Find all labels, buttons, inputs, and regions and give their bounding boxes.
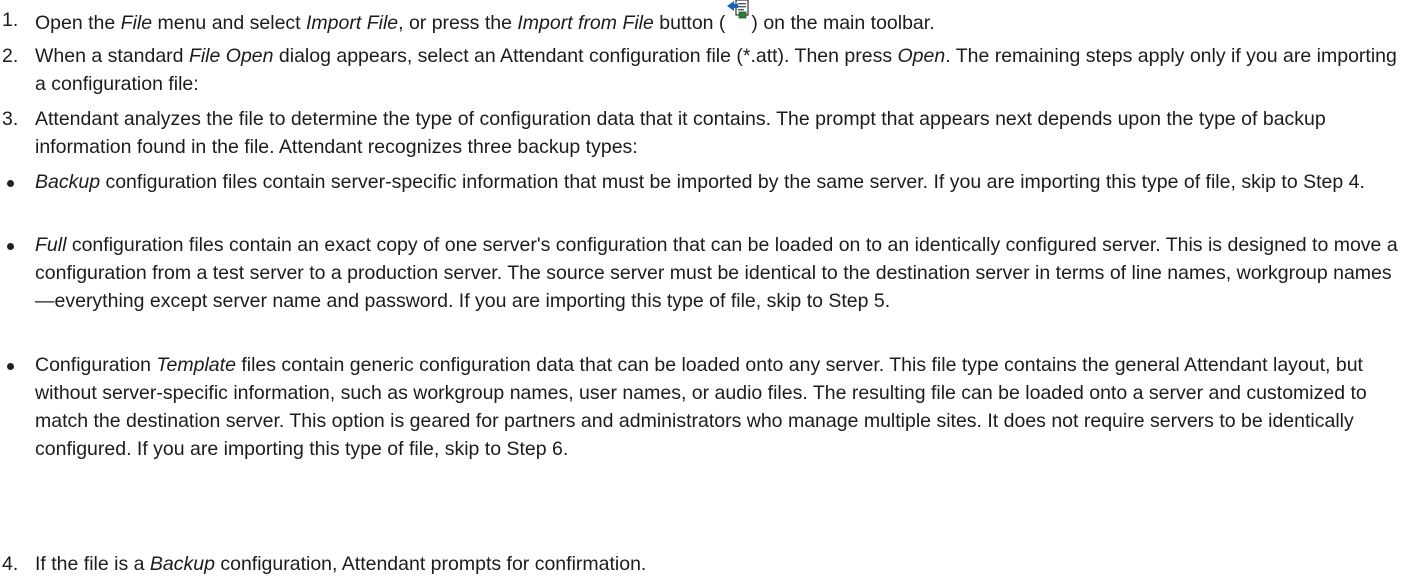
import-from-file-icon [725, 0, 751, 22]
bullet-dot [7, 180, 14, 187]
step-number: 2. [2, 45, 19, 67]
step-text: When a standard File Open dialog appears… [35, 42, 1411, 98]
emphasized-text: Import from File [517, 12, 654, 34]
bullet-item: Configuration Template files contain gen… [0, 351, 1411, 491]
bullet-dot [7, 363, 14, 370]
emphasized-text: Template [156, 354, 236, 376]
bullet-text: Backup configuration files contain serve… [35, 168, 1411, 196]
emphasized-text: Backup [35, 171, 101, 193]
step-number: 4. [2, 553, 19, 575]
step-number: 1. [2, 9, 19, 31]
text-run: Open the [35, 12, 121, 34]
bullet-dot [7, 243, 14, 250]
bullet-text: Configuration Template files contain gen… [35, 351, 1411, 463]
text-run: ) on the main toolbar. [751, 12, 935, 34]
step-text: If the file is a Backup configuration, A… [35, 550, 1411, 578]
emphasized-text: File Open [188, 45, 274, 67]
text-run: dialog appears, select an Attendant conf… [273, 45, 898, 67]
text-run: configuration files contain an exact cop… [35, 234, 1398, 312]
step-text: Attendant analyzes the file to determine… [35, 105, 1411, 161]
document: 1. Open the File menu and select Import … [0, 0, 1419, 582]
bullet-text: Full configuration files contain an exac… [35, 231, 1411, 315]
text-run: Attendant analyzes the file to determine… [35, 108, 1326, 158]
bullet-item: Full configuration files contain an exac… [0, 231, 1411, 343]
text-run: menu and select [152, 12, 307, 34]
emphasized-text: File [120, 12, 153, 34]
emphasized-text: Full [35, 234, 67, 256]
emphasized-text: Open [897, 45, 946, 67]
text-run: Configuration [35, 354, 157, 376]
text-run: configuration files contain server-speci… [100, 171, 1365, 193]
text-run: configuration, Attendant prompts for con… [214, 553, 647, 575]
bullet-item: Backup configuration files contain serve… [0, 168, 1411, 224]
step-2: 2. When a standard File Open dialog appe… [0, 42, 1411, 98]
step-text: Open the File menu and select Import Fil… [35, 0, 1411, 37]
text-run: button ( [653, 12, 726, 34]
emphasized-text: Backup [149, 553, 215, 575]
step-number: 3. [2, 108, 19, 130]
text-run: When a standard [35, 45, 189, 67]
text-run: , or press the [398, 12, 518, 34]
step-1: 1. Open the File menu and select Import … [0, 0, 1411, 37]
step-3: 3. Attendant analyzes the file to determ… [0, 105, 1411, 161]
emphasized-text: Import File [306, 12, 399, 34]
text-run: If the file is a [35, 553, 150, 575]
step-4: 4. If the file is a Backup configuration… [0, 550, 1411, 580]
